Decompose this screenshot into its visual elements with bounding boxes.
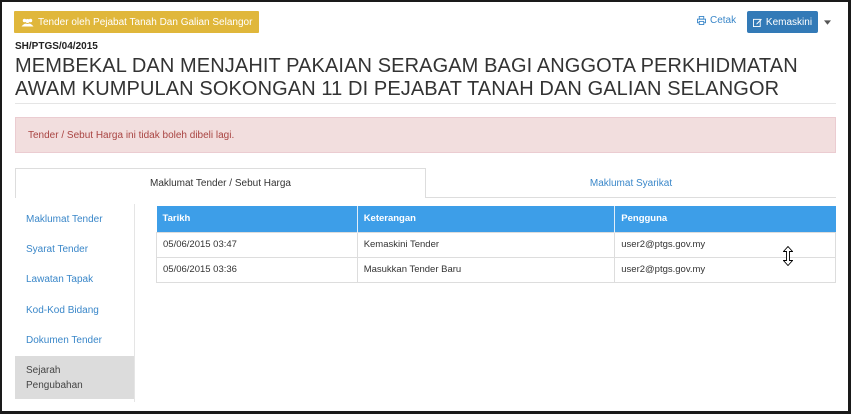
agency-tender-button[interactable]: Tender oleh Pejabat Tanah Dan Galian Sel… [14,11,260,33]
history-table: Tarikh Keterangan Pengguna 05/06/2015 03… [156,206,836,283]
sidebar-item-label: Syarat Tender [26,243,89,255]
caret-down-icon [823,19,831,25]
sidebar-item-label: Sejarah Pengubahan [26,364,83,391]
sidebar-item-syarat-tender[interactable]: Syarat Tender [15,234,134,264]
tab-tender-info[interactable]: Maklumat Tender / Sebut Harga [15,168,426,198]
alert-message: Tender / Sebut Harga ini tidak boleh dib… [28,129,235,141]
users-icon [21,18,34,26]
sidebar-item-label: Dokumen Tender [26,334,102,346]
column-header-user: Pengguna [614,206,836,232]
table-row: 05/06/2015 03:36 Masukkan Tender Baru us… [156,256,836,283]
edit-button[interactable]: Kemaskini [747,11,818,33]
alert-box: Tender / Sebut Harga ini tidak boleh dib… [15,117,836,153]
cell-date: 05/06/2015 03:36 [156,256,358,283]
cell-description: Masukkan Tender Baru [356,256,616,283]
edit-icon [752,18,762,27]
sidebar: Maklumat Tender Syarat Tender Lawatan Ta… [15,204,134,400]
page-title: MEMBEKAL DAN MENJAHIT PAKAIAN SERAGAM BA… [15,55,798,100]
print-link[interactable]: Cetak [697,15,736,26]
sidebar-item-lawatan-tapak[interactable]: Lawatan Tapak [15,265,134,295]
page-frame: Tender oleh Pejabat Tanah Dan Galian Sel… [0,0,851,414]
cell-date: 05/06/2015 03:47 [156,231,358,258]
sidebar-item-label: Lawatan Tapak [26,274,94,286]
title-divider [15,103,836,104]
table-header-row: Tarikh Keterangan Pengguna [156,206,836,232]
column-header-date: Tarikh [156,206,358,232]
vertical-resize-cursor-icon [783,246,793,266]
table-row: 05/06/2015 03:47 Kemaskini Tender user2@… [156,231,836,258]
tab-company-info[interactable]: Maklumat Syarikat [426,168,836,198]
sidebar-item-label: Maklumat Tender [26,213,103,225]
tabs-divider [426,197,836,198]
tab-label: Maklumat Tender / Sebut Harga [149,178,291,189]
tab-label: Maklumat Syarikat [589,177,673,189]
sidebar-item-sejarah-pengubahan[interactable]: Sejarah Pengubahan [15,356,134,400]
sidebar-item-label: Kod-Kod Bidang [26,304,99,316]
column-header-description: Keterangan [357,206,616,232]
print-icon [697,16,706,25]
cell-description: Kemaskini Tender [356,231,616,258]
sidebar-item-kod-bidang[interactable]: Kod-Kod Bidang [15,295,134,325]
edit-label: Kemaskini [765,16,813,28]
cell-user: user2@ptgs.gov.my [614,256,836,283]
sidebar-divider [134,204,135,402]
sidebar-item-maklumat-tender[interactable]: Maklumat Tender [15,204,134,234]
print-label: Cetak [710,15,737,26]
sidebar-item-dokumen-tender[interactable]: Dokumen Tender [15,325,134,355]
edit-dropdown-toggle[interactable] [820,11,834,33]
tender-reference: SH/PTGS/04/2015 [15,41,98,52]
agency-tender-label: Tender oleh Pejabat Tanah Dan Galian Sel… [38,16,253,28]
cell-user: user2@ptgs.gov.my [614,231,836,258]
